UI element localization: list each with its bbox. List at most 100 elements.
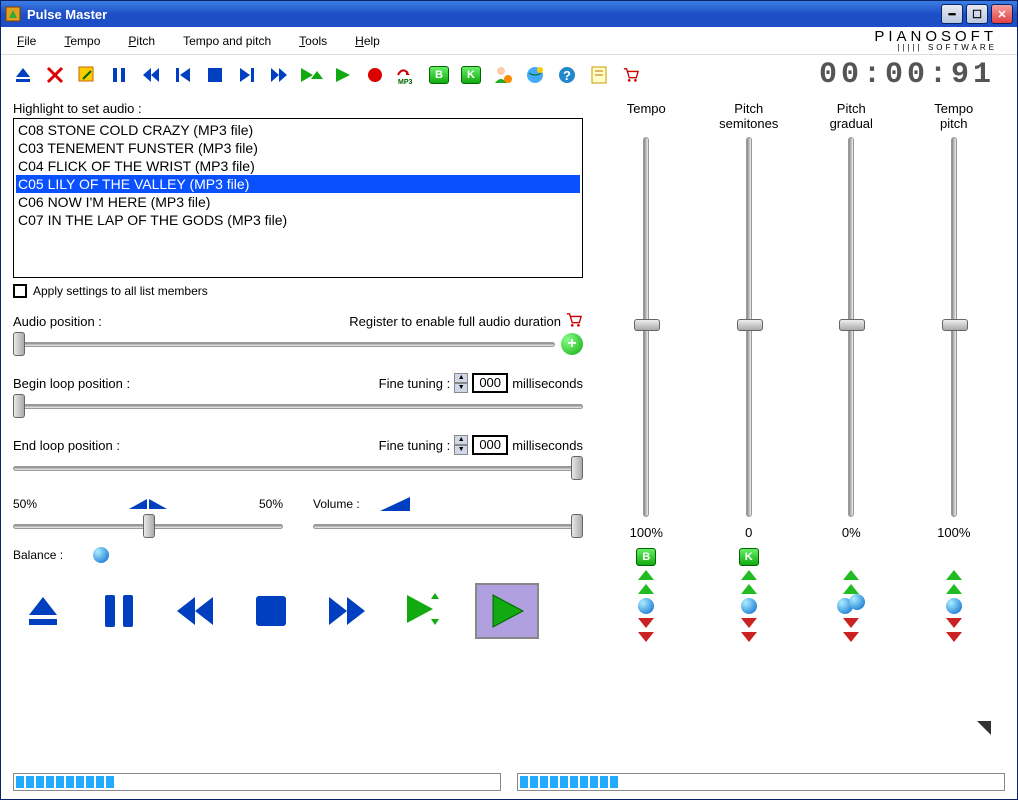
play-icon[interactable] (331, 63, 355, 87)
fastfwd-icon[interactable] (267, 63, 291, 87)
tempo-pitch-up-large[interactable] (946, 570, 962, 580)
end-fine-unit: milliseconds (512, 438, 583, 453)
close-button[interactable]: ✕ (991, 4, 1013, 24)
tempo-value: 100% (611, 525, 681, 540)
audio-listbox[interactable]: C08 STONE COLD CRAZY (MP3 file) C03 TENE… (13, 118, 583, 278)
begin-fine-down[interactable]: ▼ (454, 383, 468, 393)
big-play-load-button[interactable] (399, 589, 447, 633)
tempo-b-button[interactable]: B (636, 548, 656, 566)
tempo-down-large[interactable] (638, 632, 654, 642)
list-item[interactable]: C07 IN THE LAP OF THE GODS (MP3 file) (16, 211, 580, 229)
audio-position-label: Audio position : (13, 314, 102, 329)
globe-icon[interactable] (523, 63, 547, 87)
tempo-reset[interactable] (638, 598, 654, 614)
stop-icon[interactable] (203, 63, 227, 87)
pitch-grad-up-small[interactable] (843, 584, 859, 594)
begin-loop-slider[interactable] (13, 395, 583, 417)
end-loop-slider[interactable] (13, 457, 583, 479)
end-fine-down[interactable]: ▼ (454, 445, 468, 455)
list-item[interactable]: C06 NOW I'M HERE (MP3 file) (16, 193, 580, 211)
mp3-export-icon[interactable]: MP3 (395, 63, 419, 87)
balance-left-value: 50% (13, 497, 37, 511)
step-back-icon[interactable] (171, 63, 195, 87)
balance-slider[interactable] (13, 515, 283, 537)
pitch-k-button[interactable]: K (739, 548, 759, 566)
pause-icon[interactable] (107, 63, 131, 87)
volume-label: Volume : (313, 497, 360, 511)
tempo-slider[interactable] (643, 137, 649, 517)
toolbar: MP3 B K ? 00:00:91 (1, 55, 1017, 95)
maximize-button[interactable]: ☐ (966, 4, 988, 24)
tempo-pitch-down-small[interactable] (946, 618, 962, 628)
volume-slider[interactable] (313, 515, 583, 537)
big-rewind-button[interactable] (171, 589, 219, 633)
pitch-gradual-slider[interactable] (848, 137, 854, 517)
add-marker-button[interactable]: + (561, 333, 583, 355)
end-fine-value[interactable]: 000 (472, 435, 508, 455)
record-icon[interactable] (363, 63, 387, 87)
audio-position-slider[interactable] (13, 333, 555, 355)
help-icon[interactable]: ? (555, 63, 579, 87)
b-button-icon[interactable]: B (427, 63, 451, 87)
user-icon[interactable] (491, 63, 515, 87)
begin-fine-value[interactable]: 000 (472, 373, 508, 393)
delete-icon[interactable] (43, 63, 67, 87)
list-item[interactable]: C08 STONE COLD CRAZY (MP3 file) (16, 121, 580, 139)
big-play-button[interactable] (475, 583, 539, 639)
titlebar: Pulse Master ━ ☐ ✕ (1, 1, 1017, 27)
pitch-semi-up-large[interactable] (741, 570, 757, 580)
svg-text:MP3: MP3 (398, 79, 413, 85)
tempo-pitch-value: 100% (919, 525, 989, 540)
tempo-up-large[interactable] (638, 570, 654, 580)
end-fine-up[interactable]: ▲ (454, 435, 468, 445)
balance-reset-icon[interactable] (93, 547, 109, 563)
apply-all-checkbox[interactable] (13, 284, 27, 298)
k-button-icon[interactable]: K (459, 63, 483, 87)
resize-grip-icon[interactable] (977, 721, 991, 735)
pitch-semi-value: 0 (714, 525, 784, 540)
pitch-grad-down-large[interactable] (843, 632, 859, 642)
cart-icon[interactable] (619, 63, 643, 87)
progress-bar-right (517, 773, 1005, 791)
pitch-semitones-slider[interactable] (746, 137, 752, 517)
slider-header-pitch-grad: Pitch gradual (816, 101, 886, 131)
note-icon[interactable] (587, 63, 611, 87)
list-item[interactable]: C03 TENEMENT FUNSTER (MP3 file) (16, 139, 580, 157)
pitch-semi-down-large[interactable] (741, 632, 757, 642)
edit-icon[interactable] (75, 63, 99, 87)
eject-icon[interactable] (11, 63, 35, 87)
menu-file[interactable]: File (13, 32, 40, 50)
tempo-down-small[interactable] (638, 618, 654, 628)
step-fwd-icon[interactable] (235, 63, 259, 87)
tempo-pitch-reset[interactable] (946, 598, 962, 614)
pitch-semi-reset[interactable] (741, 598, 757, 614)
pitch-grad-down-small[interactable] (843, 618, 859, 628)
big-eject-button[interactable] (19, 589, 67, 633)
begin-fine-unit: milliseconds (512, 376, 583, 391)
tempo-up-small[interactable] (638, 584, 654, 594)
register-cart-icon[interactable] (565, 312, 583, 331)
rewind-icon[interactable] (139, 63, 163, 87)
menu-tools[interactable]: Tools (295, 32, 331, 50)
pitch-semi-down-small[interactable] (741, 618, 757, 628)
tempo-pitch-slider[interactable] (951, 137, 957, 517)
big-pause-button[interactable] (95, 589, 143, 633)
pitch-grad-reset-2[interactable] (849, 594, 865, 610)
tempo-pitch-up-small[interactable] (946, 584, 962, 594)
menu-tempo[interactable]: Tempo (60, 32, 104, 50)
begin-fine-up[interactable]: ▲ (454, 373, 468, 383)
menu-help[interactable]: Help (351, 32, 384, 50)
big-stop-button[interactable] (247, 589, 295, 633)
tempo-pitch-down-large[interactable] (946, 632, 962, 642)
menu-pitch[interactable]: Pitch (124, 32, 159, 50)
menu-tempo-pitch[interactable]: Tempo and pitch (179, 32, 275, 50)
balance-right-value: 50% (259, 497, 283, 511)
minimize-button[interactable]: ━ (941, 4, 963, 24)
pitch-semi-up-small[interactable] (741, 584, 757, 594)
big-fastfwd-button[interactable] (323, 589, 371, 633)
pitch-grad-up-large[interactable] (843, 570, 859, 580)
play-load-icon[interactable] (299, 63, 323, 87)
list-item[interactable]: C04 FLICK OF THE WRIST (MP3 file) (16, 157, 580, 175)
list-item[interactable]: C05 LILY OF THE VALLEY (MP3 file) (16, 175, 580, 193)
list-label: Highlight to set audio : (13, 101, 583, 116)
